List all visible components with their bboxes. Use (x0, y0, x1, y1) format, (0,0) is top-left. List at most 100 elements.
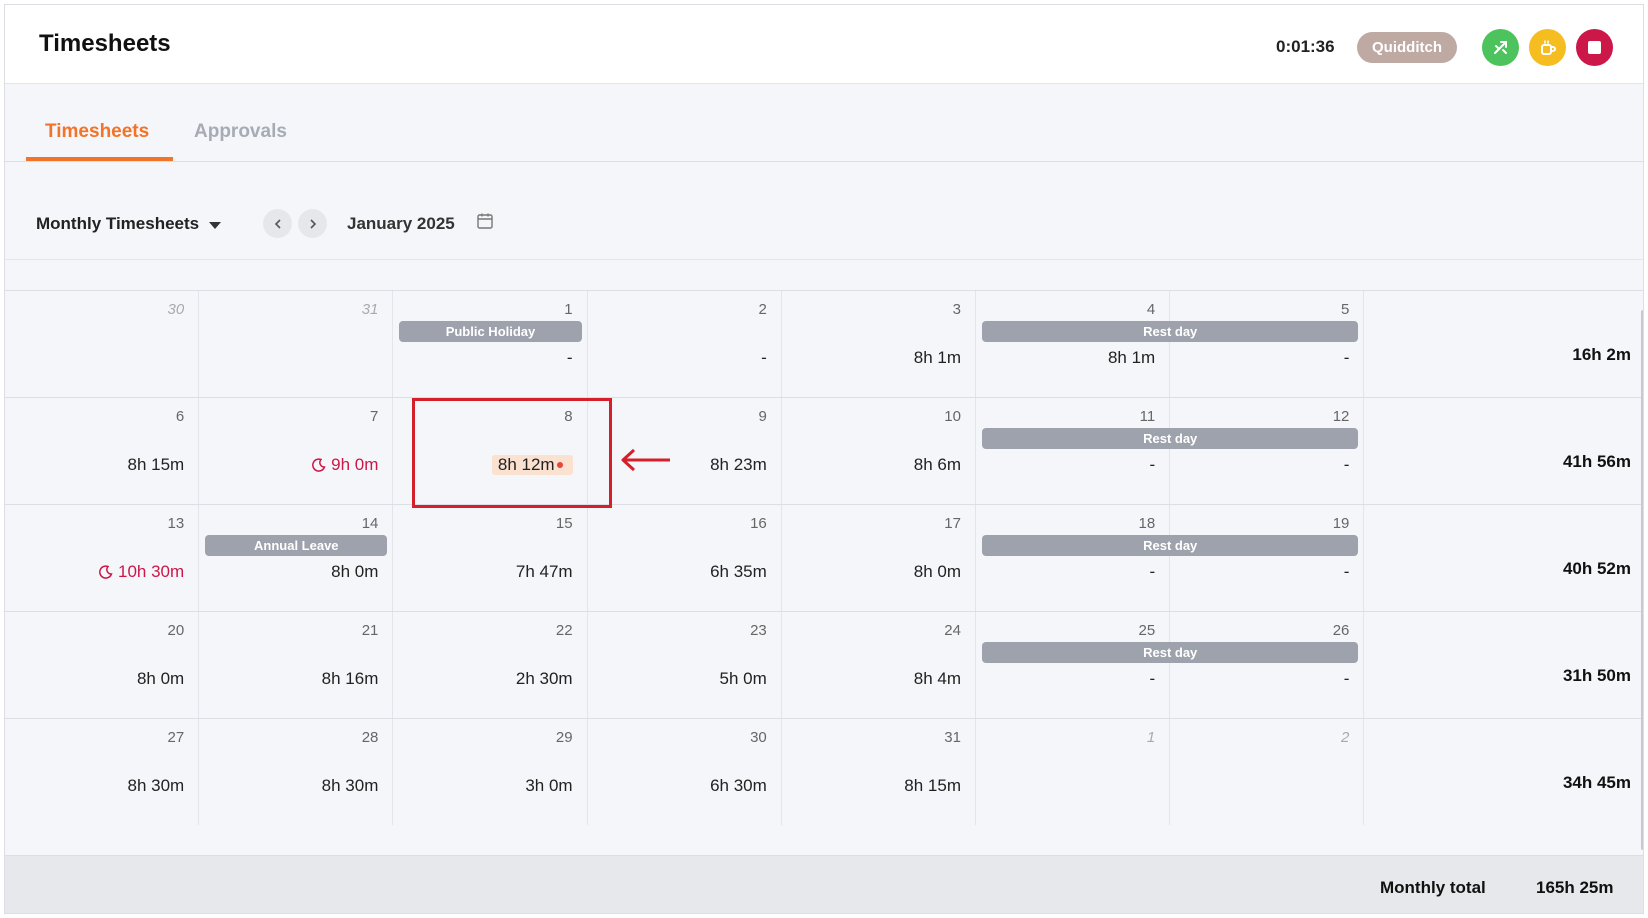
day-cell[interactable]: 25 - (976, 612, 1171, 718)
day-cell[interactable]: 30 6h 30m (588, 719, 782, 825)
day-cell[interactable]: 24 8h 4m (782, 612, 976, 718)
day-cell[interactable]: 23 5h 0m (588, 612, 782, 718)
next-month-button[interactable] (298, 209, 327, 238)
day-cell[interactable]: 26 - (1170, 612, 1365, 718)
day-cell[interactable]: 12 - (1170, 398, 1365, 504)
day-number: 19 (1332, 515, 1350, 532)
day-cell[interactable]: 14 8h 0m (199, 505, 394, 611)
moon-icon (312, 458, 326, 472)
day-hours: 6h 35m (710, 562, 767, 582)
day-number: 10 (944, 408, 961, 425)
day-number: 31 (361, 301, 379, 318)
day-cell[interactable]: 6 8h 15m (5, 398, 200, 504)
switch-icon (1493, 40, 1507, 54)
day-cell[interactable]: 15 7h 47m (393, 505, 588, 611)
day-hours-value: 8h 30m (127, 776, 185, 795)
day-cell[interactable]: 17 8h 0m (782, 505, 976, 611)
monthly-total-value: 165h 25m (1536, 878, 1614, 897)
day-hours-value: 8h 15m (127, 455, 185, 474)
week-row: 20 8h 0m 21 8h 16m 22 2h 30m 23 5h 0m 24 8h 4m 25 -… (5, 611, 1643, 718)
day-number: 3 (952, 301, 961, 318)
unsaved-dot-icon (556, 462, 563, 468)
day-hours-value: 8h 30m (321, 776, 379, 795)
calendar-picker-button[interactable] (476, 212, 494, 235)
day-hours: 5h 0m (720, 669, 767, 689)
day-number: 7 (370, 408, 379, 425)
project-badge[interactable]: Quidditch (1357, 32, 1457, 63)
moon-icon (99, 565, 113, 579)
view-selector-label: Monthly Timesheets (36, 214, 200, 233)
day-number: 1 (1146, 729, 1156, 746)
calendar-toolbar: Monthly Timesheets January 2025 (5, 162, 1643, 260)
day-number: 17 (944, 515, 961, 532)
week-total-cell: 34h 45m (1364, 719, 1643, 825)
week-total-cell: 40h 52m (1364, 505, 1643, 611)
day-number: 6 (175, 408, 185, 425)
vertical-scrollbar[interactable] (1641, 310, 1643, 850)
day-number: 1 (564, 301, 573, 318)
day-cell[interactable]: 2 (1170, 719, 1365, 825)
day-hours-value: 8h 1m (913, 348, 961, 367)
stop-timer-button[interactable] (1576, 29, 1613, 66)
day-cell[interactable]: 10 8h 6m (782, 398, 976, 504)
switch-task-button[interactable] (1482, 29, 1519, 66)
day-number: 15 (555, 515, 573, 532)
tab-approvals[interactable]: Approvals (194, 121, 287, 143)
day-cell[interactable]: 21 8h 16m (199, 612, 394, 718)
week-total-value: 40h 52m (1562, 559, 1631, 578)
day-cell[interactable]: 16 6h 35m (588, 505, 782, 611)
day-number: 8 (564, 408, 573, 425)
day-number: 21 (361, 622, 379, 639)
tab-timesheets[interactable]: Timesheets (45, 121, 149, 143)
day-cell[interactable]: 1- (393, 291, 588, 397)
day-cell[interactable]: 9 8h 23m (588, 398, 782, 504)
day-cell[interactable]: 13 10h 30m (5, 505, 200, 611)
day-hours-value: 8h 0m (136, 669, 185, 688)
day-cell[interactable]: 3 8h 1m (782, 291, 976, 397)
top-bar: Timesheets 0:01:36 Quidditch (5, 5, 1643, 84)
day-number: 31 (944, 729, 961, 746)
day-cell[interactable]: 1 (976, 719, 1171, 825)
day-cell[interactable]: 11 - (976, 398, 1171, 504)
day-number: 16 (750, 515, 767, 532)
day-cell[interactable]: 31 8h 15m (782, 719, 976, 825)
day-cell[interactable]: 31 (199, 291, 394, 397)
day-cell[interactable]: 29 3h 0m (393, 719, 588, 825)
day-cell[interactable]: 30 (5, 291, 200, 397)
day-cell[interactable]: 28 8h 30m (199, 719, 394, 825)
day-cell[interactable]: 5- (1170, 291, 1365, 397)
day-hours-value: - (1343, 348, 1350, 367)
chevron-right-icon (309, 218, 316, 229)
break-button[interactable] (1529, 29, 1566, 66)
day-hours-value: - (1149, 562, 1156, 581)
day-cell[interactable]: 22 2h 30m (393, 612, 588, 718)
day-cell[interactable]: 19 - (1170, 505, 1365, 611)
coffee-cup-icon (1540, 39, 1556, 55)
day-hours-value: 8h 4m (913, 669, 961, 688)
calendar-icon (477, 213, 493, 229)
week-row: 13 10h 30m 14 8h 0m Annual Leave 15 7h 47m 16 6h… (5, 504, 1643, 611)
view-selector[interactable]: Monthly Timesheets (36, 214, 222, 234)
running-timer: 0:01:36 (1276, 37, 1335, 56)
week-total-value: 16h 2m (1572, 345, 1631, 364)
day-hours: - (1344, 348, 1350, 368)
day-hours-value: 8h 6m (913, 455, 961, 474)
day-cell[interactable]: 18 - (976, 505, 1171, 611)
day-cell[interactable]: 4 8h 1m (976, 291, 1171, 397)
previous-month-button[interactable] (263, 209, 292, 238)
day-number: 14 (361, 515, 379, 532)
day-cell[interactable]: 7 9h 0m (199, 398, 394, 504)
day-hours: 8h 12m (491, 455, 573, 475)
day-cell[interactable]: 8 8h 12m (393, 398, 588, 504)
day-hours: 3h 0m (525, 776, 572, 796)
day-cell[interactable]: 20 8h 0m (5, 612, 200, 718)
day-cell[interactable]: 27 8h 30m (5, 719, 200, 825)
day-hours-value: 8h 12m (497, 455, 555, 474)
day-hours: - (567, 348, 573, 368)
day-hours: 7h 47m (516, 562, 573, 582)
day-hours: - (1344, 669, 1350, 689)
day-number: 24 (944, 622, 961, 639)
day-hours: 8h 6m (914, 455, 961, 475)
caret-down-icon (209, 222, 222, 229)
day-cell[interactable]: 2- (588, 291, 782, 397)
